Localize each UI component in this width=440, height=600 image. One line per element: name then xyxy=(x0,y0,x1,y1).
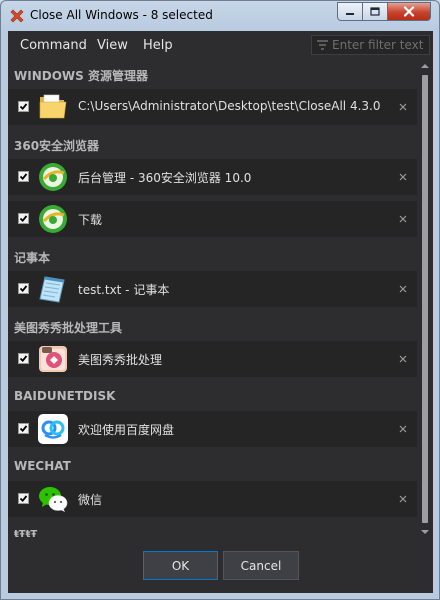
folder-icon xyxy=(39,94,67,119)
meitu-icon xyxy=(39,346,67,372)
group-header: 美图秀秀批处理工具 xyxy=(14,321,123,335)
window-controls xyxy=(337,2,431,22)
item-label: 欢迎使用百度网盘 xyxy=(78,423,175,437)
menu-view[interactable]: View xyxy=(97,38,128,53)
close-all-app-icon xyxy=(10,9,24,23)
menu-help[interactable]: Help xyxy=(143,38,173,53)
scroll-down-icon[interactable] xyxy=(420,529,430,535)
window-list[interactable]: WINDOWS 资源管理器 C:\Users\Administrator\Des… xyxy=(8,59,417,541)
checkmark-icon xyxy=(19,355,28,363)
close-button[interactable] xyxy=(388,2,431,21)
scrollbar-thumb[interactable] xyxy=(422,75,428,523)
close-icon xyxy=(399,103,407,111)
list-item[interactable]: 欢迎使用百度网盘 xyxy=(8,411,417,447)
menu-bar: Command View Help xyxy=(8,31,433,59)
menu-command[interactable]: Command xyxy=(20,38,87,53)
minimize-icon xyxy=(346,12,354,15)
remove-item-button[interactable] xyxy=(396,212,410,226)
browser-360-icon xyxy=(39,205,67,233)
wechat-icon xyxy=(39,487,68,512)
baidu-netdisk-icon xyxy=(38,414,68,444)
list-item[interactable]: 下载 xyxy=(8,201,417,237)
maximize-icon xyxy=(370,7,380,16)
close-icon xyxy=(399,495,407,503)
title-bar[interactable]: Close All Windows - 8 selected xyxy=(1,1,439,31)
filter-input[interactable] xyxy=(332,37,428,53)
checkmark-icon xyxy=(19,173,28,181)
group-header: 360安全浏览器 xyxy=(14,139,100,153)
list-item[interactable]: 美图秀秀批处理 xyxy=(8,341,417,377)
close-icon xyxy=(399,285,407,293)
group-header: BAIDUNETDISK xyxy=(14,389,116,403)
item-checkbox[interactable] xyxy=(18,353,29,364)
group-header: WECHAT xyxy=(14,459,71,473)
close-all-window: Close All Windows - 8 selected Command V… xyxy=(0,0,440,600)
item-checkbox[interactable] xyxy=(18,171,29,182)
list-item[interactable]: C:\Users\Administrator\Desktop\test\Clos… xyxy=(8,89,417,125)
list-item[interactable]: test.txt - 记事本 xyxy=(8,271,417,307)
checkmark-icon xyxy=(19,215,28,223)
client-area: Command View Help WINDOWS 资源管理器 xyxy=(8,31,433,593)
remove-item-button[interactable] xyxy=(396,422,410,436)
remove-item-button[interactable] xyxy=(396,492,410,506)
filter-icon xyxy=(317,40,328,50)
item-label: 后台管理 - 360安全浏览器 10.0 xyxy=(78,171,252,185)
item-checkbox[interactable] xyxy=(18,283,29,294)
item-checkbox[interactable] xyxy=(18,101,29,112)
notepad-icon xyxy=(39,276,65,303)
close-icon xyxy=(399,215,407,223)
item-label: 微信 xyxy=(78,493,103,507)
scroll-up-icon[interactable] xyxy=(420,63,430,69)
close-icon xyxy=(399,355,407,363)
item-label: test.txt - 记事本 xyxy=(78,283,170,297)
close-icon xyxy=(399,425,407,433)
list-scrollbar[interactable] xyxy=(417,59,433,541)
remove-item-button[interactable] xyxy=(396,352,410,366)
checkmark-icon xyxy=(19,495,28,503)
item-label: 美图秀秀批处理 xyxy=(78,353,163,367)
close-icon xyxy=(399,173,407,181)
item-label: C:\Users\Administrator\Desktop\test\Clos… xyxy=(78,99,381,113)
list-item[interactable]: 后台管理 - 360安全浏览器 10.0 xyxy=(8,159,417,195)
item-label: 下载 xyxy=(78,213,103,227)
cancel-button[interactable]: Cancel xyxy=(223,551,299,580)
maximize-button[interactable] xyxy=(363,2,388,21)
browser-360-icon xyxy=(39,163,67,191)
item-checkbox[interactable] xyxy=(18,213,29,224)
item-checkbox[interactable] xyxy=(18,493,29,504)
remove-item-button[interactable] xyxy=(396,282,410,296)
group-header: ŧŦŧŦ xyxy=(14,529,38,540)
remove-item-button[interactable] xyxy=(396,170,410,184)
filter-box[interactable] xyxy=(311,35,430,55)
list-item[interactable]: 微信 xyxy=(8,481,417,517)
close-icon xyxy=(403,6,415,17)
minimize-button[interactable] xyxy=(337,2,363,21)
checkmark-icon xyxy=(19,285,28,293)
ok-button[interactable]: OK xyxy=(143,551,218,580)
window-title: Close All Windows - 8 selected xyxy=(30,8,213,22)
group-header: 记事本 xyxy=(14,251,51,265)
item-checkbox[interactable] xyxy=(18,423,29,434)
checkmark-icon xyxy=(19,425,28,433)
group-header: WINDOWS 资源管理器 xyxy=(14,69,148,83)
checkmark-icon xyxy=(19,103,28,111)
remove-item-button[interactable] xyxy=(396,100,410,114)
